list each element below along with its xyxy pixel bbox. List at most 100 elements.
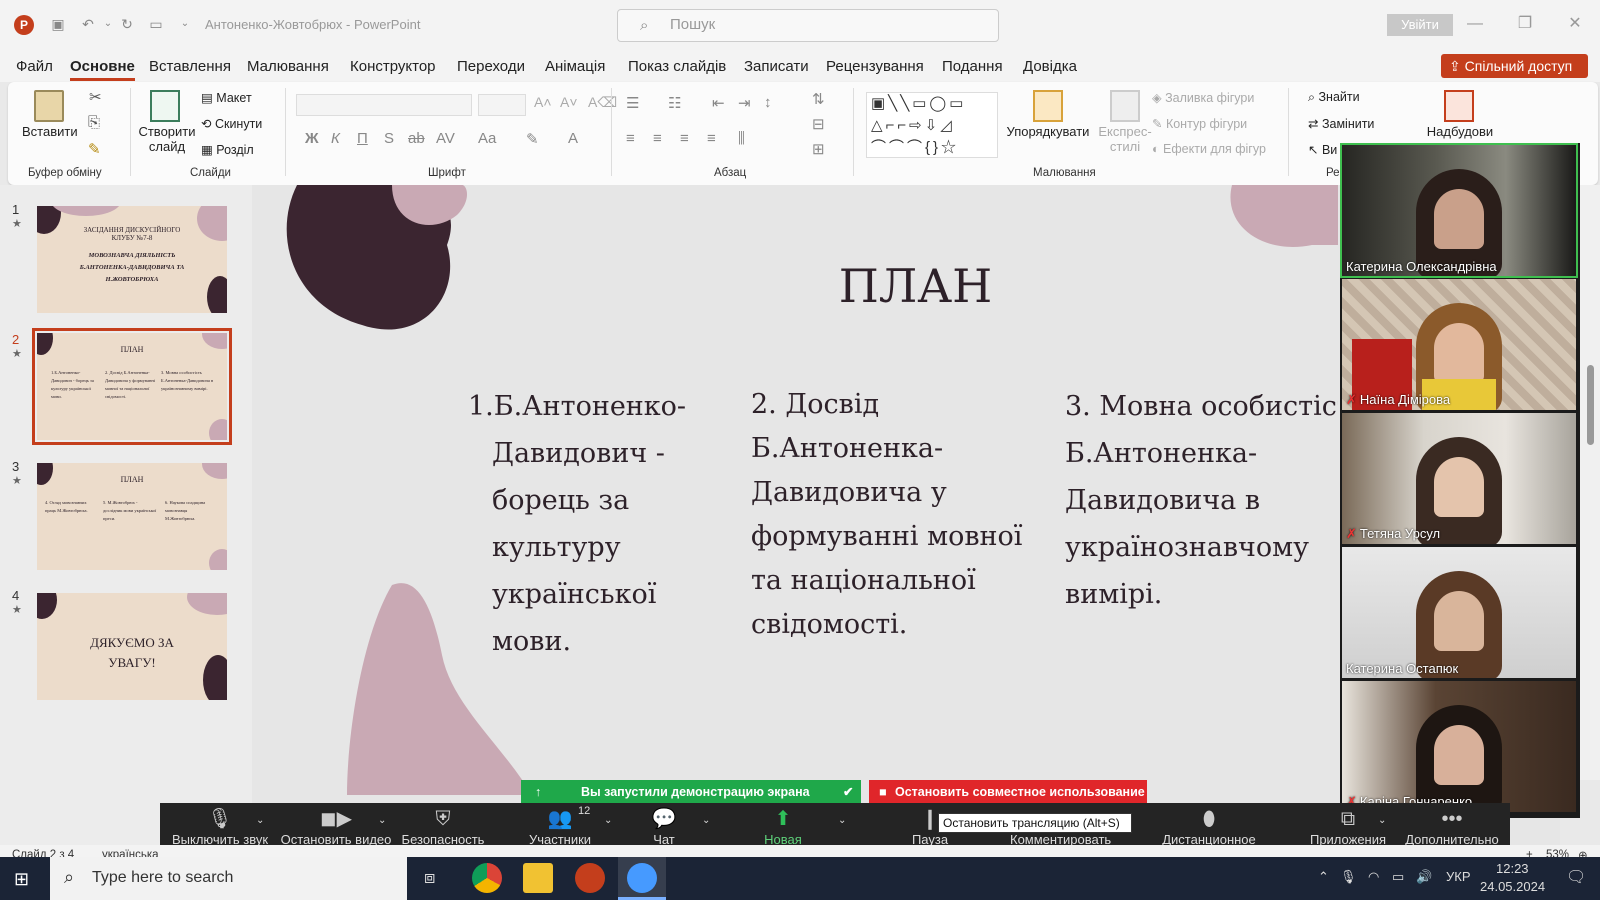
windows-start-icon[interactable]: ⊞ [14,869,29,890]
copy-icon[interactable]: ⎘ [88,114,100,131]
tray-mic-icon[interactable]: 🎙 [1340,869,1357,885]
undo-dropdown-icon[interactable]: ⌄ [98,14,118,34]
columns-icon[interactable]: ⫼ [738,130,745,147]
video-tile[interactable]: Катерина Олександрівна [1340,143,1578,278]
tab-file[interactable]: Файл [16,58,53,75]
participants-options-icon[interactable]: ⌄ [604,815,612,826]
font-color-icon[interactable]: A [568,130,578,147]
maximize-icon[interactable]: ❐ [1515,14,1535,34]
replace-button[interactable]: ⇄ Замінити [1308,116,1374,131]
tab-home[interactable]: Основне [70,58,135,81]
italic-button[interactable]: К [331,130,340,147]
chrome-icon[interactable] [472,863,502,893]
grow-font-icon[interactable]: A˄ [534,94,552,110]
numbering-icon[interactable]: ☷ [668,94,681,112]
tab-design[interactable]: Конструктор [350,58,436,75]
minimize-icon[interactable]: — [1465,14,1485,34]
text-direction-icon[interactable]: ⇅ [812,90,825,108]
customize-toolbar-icon[interactable]: ⌄ [175,14,195,34]
more-button[interactable]: ••• Дополнительно [1404,806,1500,847]
scrollbar-thumb[interactable] [1587,365,1594,445]
tab-help[interactable]: Довідка [1023,58,1077,75]
font-size-combo[interactable] [478,94,526,116]
tab-draw[interactable]: Малювання [247,58,329,75]
new-slide-icon[interactable] [150,90,180,122]
align-text-icon[interactable]: ⊟ [812,115,825,133]
shape-fill-button[interactable]: ◈ Заливка фігури [1152,90,1254,105]
tab-record[interactable]: Записати [744,58,809,75]
clear-format-icon[interactable]: A⌫ [588,94,617,111]
shapes-gallery[interactable]: ▣╲╲▭◯▭ △⌐⌐⇨⇩◿ ⌒⌒⌒{}☆ [866,92,998,158]
select-button[interactable]: ↖ Ви [1308,142,1337,157]
apps-options-icon[interactable]: ⌄ [1378,815,1386,826]
justify-icon[interactable]: ≡ [707,130,716,147]
tab-animations[interactable]: Анімація [545,58,605,75]
keyboard-language[interactable]: УКР [1446,869,1471,884]
paste-icon[interactable] [34,90,64,122]
tray-chevron-icon[interactable]: ⌃ [1318,869,1329,885]
sign-in-button[interactable]: Увійти [1387,14,1453,36]
close-icon[interactable]: ✕ [1565,14,1585,34]
apps-button[interactable]: ⧉ Приложения [1308,806,1388,847]
present-icon[interactable]: ▭ [146,14,166,34]
slide-thumbnail-2[interactable]: ПЛАН 1.Б.Антоненко-Давидович - борець за… [32,328,232,445]
shadow-button[interactable]: S [384,130,394,147]
smartart-icon[interactable]: ⊞ [812,140,825,158]
addins-icon[interactable] [1444,90,1474,122]
strikethrough-button[interactable]: ab [408,130,425,147]
align-center-icon[interactable]: ≡ [653,130,662,147]
highlight-icon[interactable]: ✎ [526,130,539,148]
layout-button[interactable]: ▤ Макет [201,90,252,105]
current-slide[interactable]: ПЛАН 1.Б.Антоненко- Давидович - борець з… [393,185,1338,795]
reset-button[interactable]: ⟲ Скинути [201,116,262,131]
shape-outline-button[interactable]: ✎ Контур фігури [1152,116,1247,131]
change-case-button[interactable]: Aa [478,130,496,147]
chat-button[interactable]: 💬 Чат [644,806,684,847]
align-left-icon[interactable]: ≡ [626,130,635,147]
paste-button[interactable]: Вставити [22,124,78,139]
chat-options-icon[interactable]: ⌄ [702,815,710,826]
arrange-button[interactable]: Упорядкувати [1003,124,1093,139]
audio-options-icon[interactable]: ⌄ [256,815,264,826]
new-slide-button[interactable]: Створити слайд [138,124,196,154]
video-tile[interactable]: ✗ Наїна Дімірова [1342,279,1576,410]
decrease-indent-icon[interactable]: ⇤ [712,94,725,112]
font-name-combo[interactable] [296,94,472,116]
annotate-button[interactable]: Комментировать [1010,806,1111,847]
increase-indent-icon[interactable]: ⇥ [738,94,751,112]
tab-insert[interactable]: Вставлення [149,58,231,75]
tab-slideshow[interactable]: Показ слайдів [628,58,726,75]
slide-thumbnail-1[interactable]: ЗАСІДАННЯ ДИСКУСІЙНОГО КЛУБУ №7-8 МОВОЗН… [37,206,227,313]
volume-icon[interactable]: 🔊 [1416,869,1432,885]
share-button[interactable]: ⇪ Спільний доступ [1441,54,1588,78]
share-options-icon[interactable]: ⌄ [838,815,846,826]
bold-button[interactable]: Ж [305,130,319,147]
tab-transitions[interactable]: Переходи [457,58,525,75]
shrink-font-icon[interactable]: A˅ [560,94,578,110]
taskbar-search[interactable]: ⌕ Type here to search [50,857,407,900]
cut-icon[interactable]: ✂ [89,88,102,106]
video-tile[interactable]: ✗ Тетяна Урсул [1342,413,1576,544]
save-icon[interactable]: ▣ [48,14,68,34]
bullets-icon[interactable]: ☰ [626,94,639,112]
video-tile[interactable]: Катерина Остапюк [1342,547,1576,678]
underline-button[interactable]: П [357,130,368,147]
redo-icon[interactable]: ↻ [117,14,137,34]
video-tile[interactable]: ✗ Каріна Гончаренко [1342,681,1576,812]
clock-date[interactable]: 24.05.2024 [1480,879,1545,894]
align-right-icon[interactable]: ≡ [680,130,689,147]
tab-review[interactable]: Рецензування [826,58,924,75]
section-button[interactable]: ▦ Розділ [201,142,254,157]
battery-icon[interactable]: ▭ [1392,869,1404,885]
mute-button[interactable]: 🎙 Выключить звук [168,806,272,847]
addins-button[interactable]: Надбудови [1426,124,1494,139]
undo-icon[interactable]: ↶ [78,14,98,34]
task-view-icon[interactable]: ⧈ [424,867,435,888]
video-options-icon[interactable]: ⌄ [378,815,386,826]
quick-styles-icon[interactable] [1110,90,1140,122]
file-explorer-icon[interactable] [523,863,553,893]
format-painter-icon[interactable]: ✎ [88,140,101,158]
stop-video-button[interactable]: ◼▶ Остановить видео [280,806,392,847]
powerpoint-taskbar-icon[interactable] [575,863,605,893]
notifications-icon[interactable]: 🗨 [1566,867,1586,887]
